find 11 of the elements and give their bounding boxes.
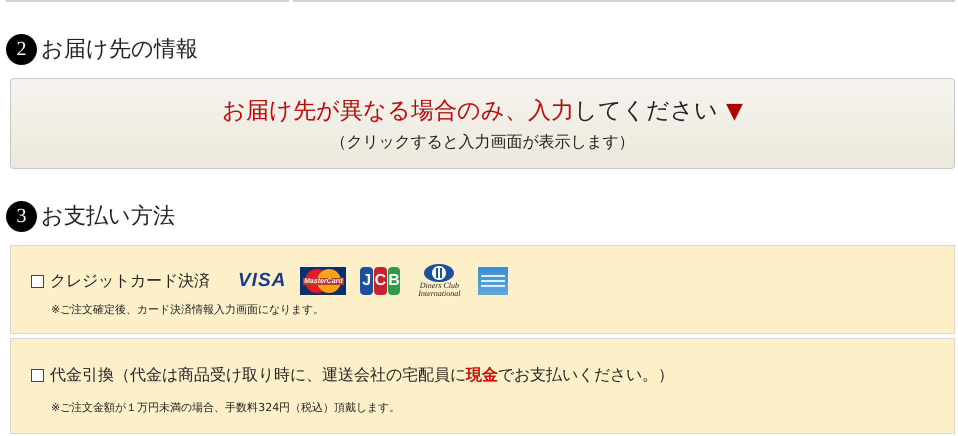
section-title: お届け先の情報: [41, 36, 198, 64]
step-number: 2: [6, 34, 37, 64]
payment-option-label: 代金引換（代金は商品受け取り時に、運送会社の宅配員に現金でお支払いください。）: [50, 365, 674, 386]
section-title: お支払い方法: [41, 203, 175, 231]
payment-note: ※ご注文金額が１万円未満の場合、手数料324円（税込）頂戴します。: [51, 400, 402, 415]
payment-note: ※ご注文確定後、カード決済情報入力画面になります。: [51, 302, 326, 317]
expand-address-button[interactable]: お届け先が異なる場合のみ、入力してください ▼ （クリックすると入力画面が表示します）: [10, 78, 955, 169]
diners-logo: Diners Club International: [414, 264, 464, 298]
payment-option-label: クレジットカード決済: [50, 270, 210, 292]
visa-logo: VISA: [238, 270, 286, 292]
step-number: 3: [6, 200, 37, 232]
